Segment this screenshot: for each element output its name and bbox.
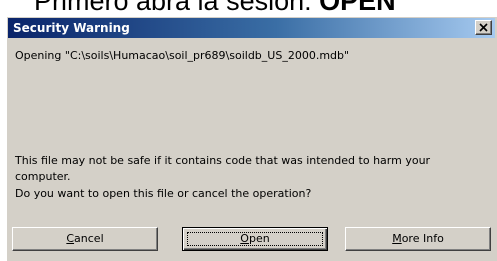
- dialog-titlebar[interactable]: Security Warning: [8, 18, 495, 38]
- more-info-button[interactable]: More Info: [345, 227, 491, 251]
- cancel-mnemonic: C: [66, 232, 75, 245]
- question-text: Do you want to open this file or cancel …: [15, 187, 312, 200]
- more-info-button-label: More Info: [392, 232, 444, 245]
- open-button[interactable]: Open: [182, 227, 328, 251]
- cancel-label-rest: ancel: [74, 232, 104, 245]
- slide-heading-text: Primero abra la sesión:: [34, 0, 312, 16]
- open-mnemonic: O: [240, 232, 249, 245]
- more-info-label-rest: ore Info: [401, 232, 444, 245]
- slide-heading: Primero abra la sesión: OPEN: [34, 0, 396, 16]
- cancel-button[interactable]: Cancel: [12, 227, 158, 251]
- opening-file-text: Opening "C:\soils\Humacao\soil_pr689\soi…: [15, 49, 350, 62]
- security-warning-dialog: Security Warning Opening "C:\soils\Humac…: [6, 16, 497, 261]
- slide-heading-strong: OPEN: [319, 0, 396, 16]
- open-button-label: Open: [240, 232, 269, 245]
- warning-text: This file may not be safe if it contains…: [15, 154, 431, 183]
- dialog-title: Security Warning: [13, 21, 130, 35]
- close-button[interactable]: [475, 20, 492, 35]
- more-info-mnemonic: M: [392, 232, 402, 245]
- screenshot-page: Primero abra la sesión: OPEN Security Wa…: [0, 0, 497, 261]
- close-icon: [479, 23, 488, 32]
- cancel-button-label: Cancel: [66, 232, 103, 245]
- open-label-rest: pen: [248, 232, 270, 245]
